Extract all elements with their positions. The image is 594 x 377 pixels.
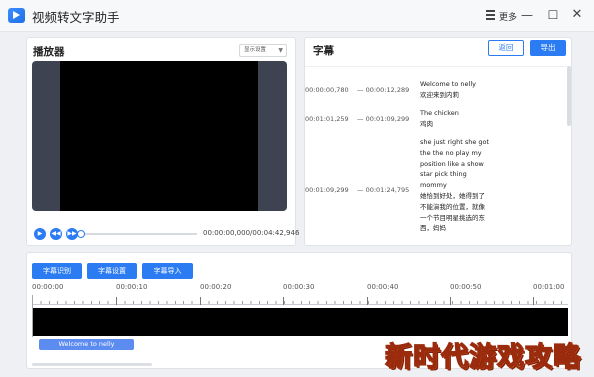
subtitle-text[interactable]: The chicken 鸡肉 [420, 108, 490, 130]
menu-icon[interactable] [486, 10, 495, 20]
timeline-scrollbar[interactable] [32, 363, 152, 366]
progress-bar[interactable] [77, 230, 197, 238]
display-settings-select[interactable]: 显示设置 ▼ [239, 44, 287, 57]
chevron-down-icon: ▼ [278, 47, 283, 54]
maximize-button[interactable]: ☐ [544, 6, 562, 24]
time-separator: — [357, 115, 364, 123]
play-icon: ▶ [37, 230, 43, 237]
major-tick [200, 297, 201, 305]
rewind-icon: ◀◀ [51, 230, 61, 237]
subtitle-settings-button[interactable]: 字幕设置 [87, 263, 137, 279]
subtitle-end-value: 00:00:12,289 [365, 86, 410, 94]
major-tick [533, 297, 534, 305]
video-track[interactable] [32, 308, 568, 336]
fast-forward-icon: ▶▶ [67, 230, 77, 237]
subtitle-start-time: 00:01:09,299 [305, 186, 349, 194]
subtitle-title: 字幕 [313, 45, 334, 57]
time-readout: 00:00:00,000/00:04:42,946 [203, 229, 300, 237]
rewind-button[interactable]: ◀◀ [50, 228, 62, 240]
player-panel: 播放器 显示设置 ▼ ▶ ◀◀ ▶▶ 00:00:00,000/00:04:42… [26, 37, 300, 246]
ruler-label: 00:00:10 [116, 283, 148, 291]
video-content [60, 61, 258, 211]
export-button[interactable]: 导出 [530, 40, 566, 56]
playhead[interactable] [32, 295, 33, 337]
subtitle-text[interactable]: Welcome to nelly 欢迎来到内莉 [420, 79, 490, 101]
more-button[interactable]: 更多 [499, 10, 517, 23]
major-tick [367, 297, 368, 305]
subtitle-start-time: 00:00:00,780 [305, 86, 349, 94]
back-button[interactable]: 返回 [488, 40, 524, 56]
time-separator: — [357, 186, 364, 194]
close-button[interactable]: ✕ [568, 6, 586, 24]
player-title: 播放器 [33, 46, 65, 58]
time-separator: — [357, 86, 364, 94]
display-settings-label: 显示设置 [244, 47, 267, 53]
play-button[interactable]: ▶ [34, 228, 46, 240]
subtitle-end-time: — 00:00:12,289 [357, 86, 409, 94]
major-tick [116, 297, 117, 305]
major-tick [283, 297, 284, 305]
subtitle-panel: 字幕 返回 导出 00:00:00,780 — 00:00:12,289 Wel… [304, 37, 572, 246]
subtitle-end-time: — 00:01:09,299 [357, 115, 409, 123]
subtitle-scrollbar[interactable] [567, 66, 571, 126]
watermark: 新时代游戏攻略 [384, 341, 581, 373]
ruler-label: 00:00:30 [283, 283, 315, 291]
subtitle-end-value: 00:01:24,795 [365, 186, 410, 194]
minimize-button[interactable]: — [518, 6, 536, 24]
timeline-ruler[interactable]: 00:00:00 00:00:10 00:00:20 00:00:30 00:0… [32, 283, 568, 307]
ruler-label: 00:00:20 [200, 283, 232, 291]
subtitle-end-value: 00:01:09,299 [365, 115, 410, 123]
subtitle-recognize-button[interactable]: 字幕识别 [32, 263, 82, 279]
subtitle-list: 00:00:00,780 — 00:00:12,289 Welcome to n… [305, 66, 567, 244]
progress-knob[interactable] [77, 230, 85, 238]
subtitle-text[interactable]: she just right she got the the no play m… [420, 137, 490, 234]
ruler-ticks [32, 297, 568, 305]
title-bar: 视频转文字助手 更多 — ☐ ✕ [0, 0, 594, 32]
subtitle-start-time: 00:01:01,259 [305, 115, 349, 123]
subtitle-end-time: — 00:01:24,795 [357, 186, 409, 194]
app-title: 视频转文字助手 [32, 10, 120, 25]
subtitle-import-button[interactable]: 字幕导入 [142, 263, 193, 279]
ruler-label: 00:00:00 [32, 283, 64, 291]
major-tick [450, 297, 451, 305]
app-logo-icon [8, 8, 25, 23]
video-frame[interactable] [32, 61, 287, 211]
ruler-label: 00:00:50 [450, 283, 482, 291]
ruler-label: 00:01:00 [533, 283, 565, 291]
subtitle-clip[interactable]: Welcome to nelly [39, 339, 134, 350]
ruler-label: 00:00:40 [367, 283, 399, 291]
